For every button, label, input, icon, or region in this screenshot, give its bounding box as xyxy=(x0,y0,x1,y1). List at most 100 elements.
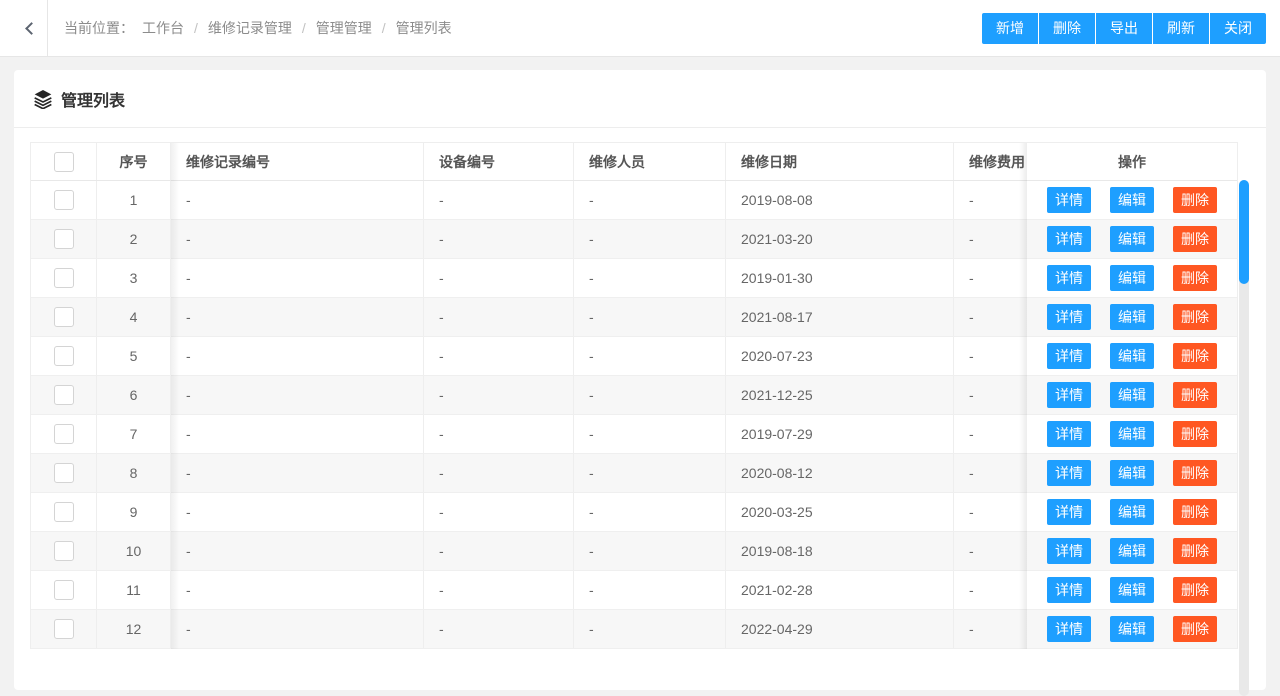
delete-button[interactable]: 删除 xyxy=(1173,265,1217,291)
panel-title-bar: 管理列表 xyxy=(14,70,1266,128)
cell-checkbox xyxy=(31,181,97,219)
cell-checkbox xyxy=(31,454,97,492)
export-button[interactable]: 导出 xyxy=(1096,13,1152,44)
detail-button[interactable]: 详情 xyxy=(1047,538,1091,564)
row-checkbox[interactable] xyxy=(53,541,74,561)
edit-button[interactable]: 编辑 xyxy=(1110,382,1154,408)
edit-button[interactable]: 编辑 xyxy=(1110,538,1154,564)
action-row: 详情 编辑 删除 xyxy=(1027,532,1237,571)
cell-date: 2019-08-08 xyxy=(726,181,954,219)
cell-staff: - xyxy=(574,259,726,297)
edit-button[interactable]: 编辑 xyxy=(1110,187,1154,213)
cell-checkbox xyxy=(31,220,97,258)
cell-date: 2021-08-17 xyxy=(726,298,954,336)
delete-button[interactable]: 删除 xyxy=(1173,187,1217,213)
action-row: 详情 编辑 删除 xyxy=(1027,376,1237,415)
back-button[interactable] xyxy=(14,0,46,57)
header-cell-index: 序号 xyxy=(97,143,171,180)
cell-device-no: - xyxy=(424,610,574,648)
detail-button[interactable]: 详情 xyxy=(1047,577,1091,603)
cell-date: 2020-08-12 xyxy=(726,454,954,492)
edit-button[interactable]: 编辑 xyxy=(1110,616,1154,642)
delete-button[interactable]: 删除 xyxy=(1173,226,1217,252)
cell-date: 2020-07-23 xyxy=(726,337,954,375)
action-row: 详情 编辑 删除 xyxy=(1027,493,1237,532)
data-table: 序号 维修记录编号 设备编号 维修人员 维修日期 维修费用 1- - -2019-08-08-… xyxy=(30,142,1238,649)
edit-button[interactable]: 编辑 xyxy=(1110,577,1154,603)
page-title: 管理列表 xyxy=(61,92,126,110)
row-checkbox[interactable] xyxy=(53,229,74,249)
row-checkbox[interactable] xyxy=(53,307,74,327)
edit-button[interactable]: 编辑 xyxy=(1110,304,1154,330)
cell-record-no: - xyxy=(171,532,424,570)
cell-record-no: - xyxy=(171,259,424,297)
delete-button[interactable]: 删除 xyxy=(1173,499,1217,525)
toolbar: 新增 删除 导出 刷新 关闭 xyxy=(982,13,1266,44)
cell-staff: - xyxy=(574,493,726,531)
edit-button[interactable]: 编辑 xyxy=(1110,499,1154,525)
detail-button[interactable]: 详情 xyxy=(1047,382,1091,408)
edit-button[interactable]: 编辑 xyxy=(1110,226,1154,252)
row-checkbox[interactable] xyxy=(53,463,74,483)
detail-button[interactable]: 详情 xyxy=(1047,187,1091,213)
scrollbar-thumb[interactable] xyxy=(1239,180,1249,284)
cell-device-no: - xyxy=(424,337,574,375)
edit-button[interactable]: 编辑 xyxy=(1110,343,1154,369)
delete-button[interactable]: 删除 xyxy=(1173,577,1217,603)
delete-button[interactable]: 删除 xyxy=(1173,382,1217,408)
delete-button[interactable]: 删除 xyxy=(1173,460,1217,486)
detail-button[interactable]: 详情 xyxy=(1047,616,1091,642)
close-button[interactable]: 关闭 xyxy=(1210,13,1266,44)
row-checkbox[interactable] xyxy=(53,190,74,210)
row-checkbox[interactable] xyxy=(53,580,74,600)
edit-button[interactable]: 编辑 xyxy=(1110,265,1154,291)
row-checkbox[interactable] xyxy=(53,346,74,366)
header-cell-date: 维修日期 xyxy=(726,143,954,180)
breadcrumb-separator: / xyxy=(194,20,198,36)
detail-button[interactable]: 详情 xyxy=(1047,226,1091,252)
refresh-button[interactable]: 刷新 xyxy=(1153,13,1209,44)
cell-date: 2019-01-30 xyxy=(726,259,954,297)
detail-button[interactable]: 详情 xyxy=(1047,421,1091,447)
topbar: 当前位置： 工作台 / 维修记录管理 / 管理管理 / 管理列表 新增 删除 导出 刷新 关闭 xyxy=(0,0,1280,57)
cell-device-no: - xyxy=(424,259,574,297)
detail-button[interactable]: 详情 xyxy=(1047,343,1091,369)
breadcrumb-item-2[interactable]: 管理管理 xyxy=(316,18,372,38)
row-checkbox[interactable] xyxy=(53,385,74,405)
detail-button[interactable]: 详情 xyxy=(1047,265,1091,291)
add-button[interactable]: 新增 xyxy=(982,13,1038,44)
edit-button[interactable]: 编辑 xyxy=(1110,421,1154,447)
scrollbar-track[interactable] xyxy=(1239,180,1249,696)
header-cell-staff: 维修人员 xyxy=(574,143,726,180)
row-checkbox[interactable] xyxy=(53,502,74,522)
breadcrumb-item-0[interactable]: 工作台 xyxy=(142,18,184,38)
delete-button[interactable]: 删除 xyxy=(1173,421,1217,447)
cell-index: 5 xyxy=(97,337,171,375)
breadcrumb-separator: / xyxy=(301,20,306,36)
row-checkbox[interactable] xyxy=(53,424,74,444)
detail-button[interactable]: 详情 xyxy=(1047,499,1091,525)
cell-checkbox xyxy=(31,571,97,609)
cell-staff: - xyxy=(574,376,726,414)
delete-button[interactable]: 删除 xyxy=(1173,304,1217,330)
row-checkbox[interactable] xyxy=(53,268,74,288)
cell-record-no: - xyxy=(171,610,424,648)
cell-index: 11 xyxy=(97,571,171,609)
cell-device-no: - xyxy=(424,415,574,453)
edit-button[interactable]: 编辑 xyxy=(1110,460,1154,486)
cell-staff: - xyxy=(574,571,726,609)
delete-button[interactable]: 删除 xyxy=(1173,343,1217,369)
action-row: 详情 编辑 删除 xyxy=(1027,298,1237,337)
cell-checkbox xyxy=(31,532,97,570)
delete-button[interactable]: 删除 xyxy=(1173,538,1217,564)
delete-button[interactable]: 删除 xyxy=(1039,13,1095,44)
cell-device-no: - xyxy=(424,376,574,414)
topbar-divider xyxy=(47,0,48,56)
breadcrumb-item-1[interactable]: 维修记录管理 xyxy=(208,18,292,38)
delete-button[interactable]: 删除 xyxy=(1173,616,1217,642)
select-all-checkbox[interactable] xyxy=(53,151,74,172)
detail-button[interactable]: 详情 xyxy=(1047,304,1091,330)
detail-button[interactable]: 详情 xyxy=(1047,460,1091,486)
cell-date: 2022-04-29 xyxy=(726,610,954,648)
row-checkbox[interactable] xyxy=(53,619,74,639)
